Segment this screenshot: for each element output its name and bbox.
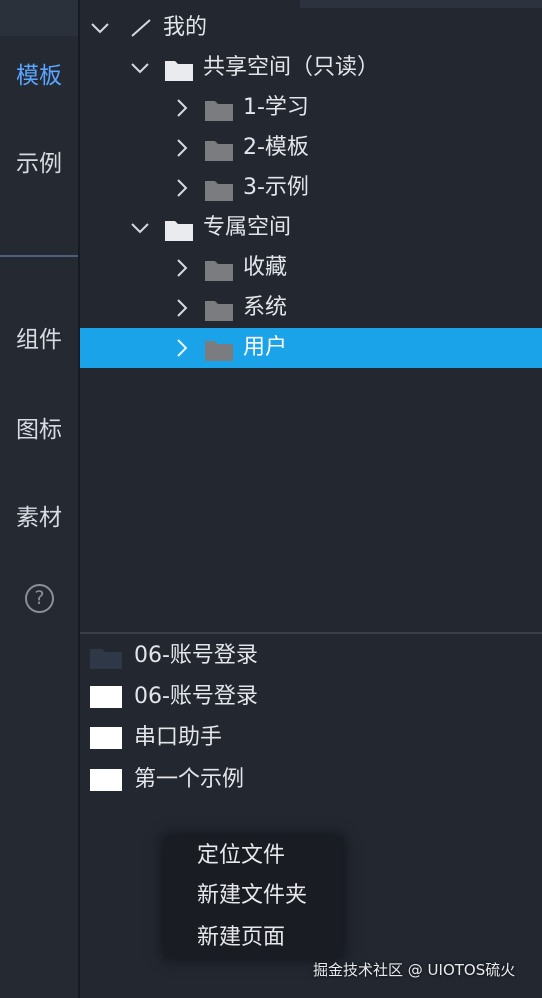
folder-icon xyxy=(204,296,234,321)
sidebar-item-templates[interactable]: 模板 xyxy=(0,61,78,91)
tree-row-private[interactable]: 专属空间 xyxy=(80,208,542,248)
tree-label-shared: 共享空间（只读） xyxy=(203,55,380,80)
sidebar-item-components[interactable]: 组件 xyxy=(0,325,78,355)
sidebar-item-examples[interactable]: 示例 xyxy=(0,149,78,179)
tree-row-shared-child[interactable]: 1-学习 xyxy=(80,88,542,128)
chevron-right-icon[interactable] xyxy=(172,298,192,318)
chevron-right-icon[interactable] xyxy=(172,138,192,158)
file-label: 串口助手 xyxy=(134,725,223,750)
file-list-item[interactable]: 第一个示例 xyxy=(80,762,542,798)
watermark: 掘金技术社区 @ UIOTOS硫火 xyxy=(313,961,516,979)
menu-item-new-page[interactable]: 新建页面 xyxy=(197,923,285,953)
folder-icon xyxy=(204,96,234,121)
tree-row-shared[interactable]: 共享空间（只读） xyxy=(80,48,542,88)
sidebar-item-icons[interactable]: 图标 xyxy=(0,415,78,445)
tree-label-user: 用户 xyxy=(243,335,288,360)
chevron-right-icon[interactable] xyxy=(172,178,192,198)
tree-row-shared-child[interactable]: 3-示例 xyxy=(80,168,542,208)
help-icon[interactable]: ? xyxy=(25,584,54,613)
chevron-down-icon[interactable] xyxy=(130,218,150,238)
menu-item-new-folder[interactable]: 新建文件夹 xyxy=(197,881,307,911)
folder-icon xyxy=(204,336,234,361)
slash-icon xyxy=(130,18,151,38)
folder-open-icon xyxy=(164,216,194,241)
tree-row-private-child[interactable]: 收藏 xyxy=(80,248,542,288)
context-menu: 定位文件 新建文件夹 新建页面 xyxy=(164,836,343,958)
dark-folder-icon xyxy=(90,645,122,669)
folder-icon xyxy=(204,256,234,281)
page-thumbnail xyxy=(90,686,122,708)
tree-label-templates: 2-模板 xyxy=(243,135,309,160)
chevron-down-icon[interactable] xyxy=(90,18,110,38)
file-label: 第一个示例 xyxy=(134,767,245,792)
left-sidebar: 模板 示例 组件 图标 素材 ? xyxy=(0,0,80,998)
sidebar-item-materials[interactable]: 素材 xyxy=(0,503,78,533)
file-label: 06-账号登录 xyxy=(134,643,258,668)
page-thumbnail xyxy=(90,727,122,749)
tree-label-system: 系统 xyxy=(243,295,288,320)
chevron-right-icon[interactable] xyxy=(172,258,192,278)
tree-label-learning: 1-学习 xyxy=(243,95,309,120)
folder-icon xyxy=(204,136,234,161)
sidebar-divider xyxy=(0,255,78,257)
tree-label-root: 我的 xyxy=(163,15,208,40)
tree-label-examples: 3-示例 xyxy=(243,175,309,200)
tree-row-user-selected[interactable]: 用户 xyxy=(80,328,542,368)
tree-label-private: 专属空间 xyxy=(203,215,292,240)
file-list-item[interactable]: 06-账号登录 xyxy=(80,638,542,674)
file-label: 06-账号登录 xyxy=(134,684,258,709)
file-list-item[interactable]: 06-账号登录 xyxy=(80,679,542,715)
folder-icon xyxy=(204,176,234,201)
menu-item-locate-file[interactable]: 定位文件 xyxy=(197,841,285,871)
page-thumbnail xyxy=(90,769,122,791)
tree-label-favorites: 收藏 xyxy=(243,255,288,280)
chevron-right-icon[interactable] xyxy=(172,98,192,118)
tree-row-private-child[interactable]: 系统 xyxy=(80,288,542,328)
panel-divider xyxy=(80,632,542,634)
tree-row-root[interactable]: 我的 xyxy=(80,8,542,48)
tree-row-shared-child[interactable]: 2-模板 xyxy=(80,128,542,168)
top-strip xyxy=(300,0,542,8)
folder-open-icon xyxy=(164,56,194,81)
sidebar-header xyxy=(0,0,78,36)
chevron-down-icon[interactable] xyxy=(130,58,150,78)
file-list-item[interactable]: 串口助手 xyxy=(80,720,542,756)
chevron-right-icon[interactable] xyxy=(172,338,192,358)
